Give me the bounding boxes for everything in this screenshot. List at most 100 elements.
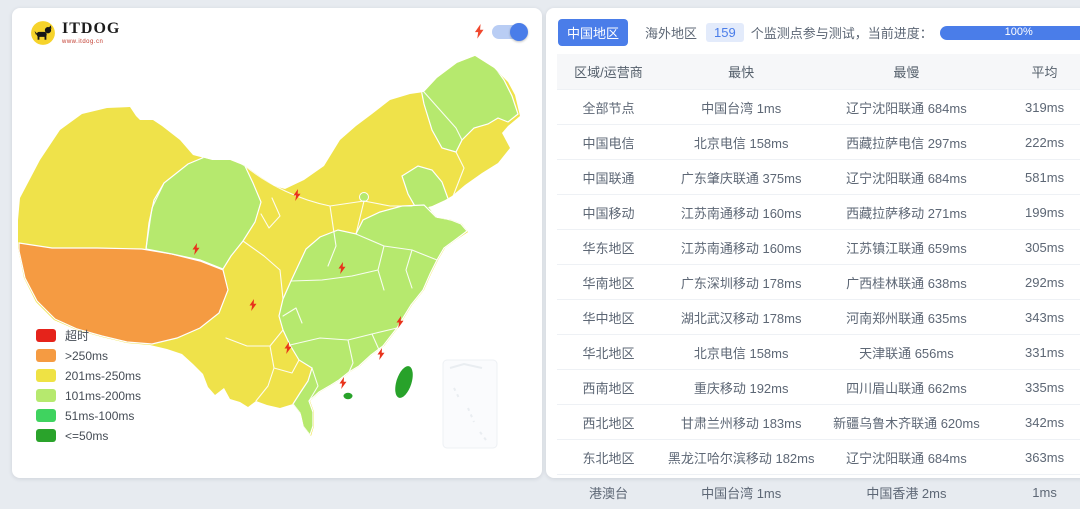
progress-bar: 100% [940, 26, 1080, 40]
legend-label: >250ms [65, 349, 108, 363]
legend-item: 超时 [36, 329, 141, 342]
legend-item: 51ms-100ms [36, 409, 141, 422]
table-cell: 江苏南通移动 160ms [660, 230, 823, 265]
table-row[interactable]: 中国电信北京电信 158ms西藏拉萨电信 297ms222ms [557, 125, 1080, 160]
table-cell: 西北地区 [557, 405, 660, 440]
table-cell: 199ms [990, 195, 1080, 230]
table-row[interactable]: 全部节点中国台湾 1ms辽宁沈阳联通 684ms319ms [557, 90, 1080, 125]
legend-swatch [36, 349, 56, 362]
legend-swatch [36, 429, 56, 442]
table-cell: 江苏镇江联通 659ms [822, 230, 990, 265]
table-cell: 343ms [990, 300, 1080, 335]
legend-label: 超时 [65, 327, 89, 344]
itdog-logo[interactable]: ITDOG www.itdog.cn [30, 20, 120, 46]
table-cell: 335ms [990, 370, 1080, 405]
logo-title: ITDOG [62, 21, 120, 37]
legend-swatch [36, 329, 56, 342]
legend-swatch [36, 409, 56, 422]
table-cell: 辽宁沈阳联通 684ms [822, 90, 990, 125]
results-table-body: 全部节点中国台湾 1ms辽宁沈阳联通 684ms319ms中国电信北京电信 15… [557, 90, 1080, 509]
table-cell: 北京电信 158ms [660, 335, 823, 370]
legend-swatch [36, 369, 56, 382]
table-cell: 北京电信 158ms [660, 125, 823, 160]
region-hongkong[interactable] [344, 393, 353, 399]
column-header: 平均 [990, 54, 1080, 90]
table-cell: 319ms [990, 90, 1080, 125]
results-table: 区域/运营商最快最慢平均 全部节点中国台湾 1ms辽宁沈阳联通 684ms319… [557, 54, 1080, 509]
table-cell: 新疆乌鲁木齐联通 620ms [822, 405, 990, 440]
table-cell: 黑龙江哈尔滨移动 182ms [660, 440, 823, 475]
logo-subtitle: www.itdog.cn [62, 39, 120, 45]
table-cell: 河南郑州联通 635ms [822, 300, 990, 335]
table-cell: 中国电信 [557, 125, 660, 160]
table-cell: 辽宁沈阳联通 684ms [822, 160, 990, 195]
monitor-count-badge: 159 [706, 23, 744, 42]
table-cell: 中国台湾 1ms [660, 475, 823, 509]
table-cell: 华北地区 [557, 335, 660, 370]
table-row[interactable]: 华北地区北京电信 158ms天津联通 656ms331ms [557, 335, 1080, 370]
table-cell: 甘肃兰州移动 183ms [660, 405, 823, 440]
table-cell: 辽宁沈阳联通 684ms [822, 440, 990, 475]
monitor-info: 159 个监测点参与测试，当前进度： 100% [706, 23, 1080, 42]
legend-label: 101ms-200ms [65, 389, 141, 403]
node-marker-toggle[interactable] [492, 25, 526, 39]
south-china-sea-inset [443, 360, 497, 448]
results-header: 中国地区 海外地区 159 个监测点参与测试，当前进度： 100% [558, 19, 1080, 46]
table-cell: 华中地区 [557, 300, 660, 335]
table-cell: 湖北武汉移动 178ms [660, 300, 823, 335]
table-cell: 广西桂林联通 638ms [822, 265, 990, 300]
itdog-dog-icon [30, 20, 56, 46]
table-cell: 581ms [990, 160, 1080, 195]
legend-item: 101ms-200ms [36, 389, 141, 402]
table-cell: 西南地区 [557, 370, 660, 405]
table-row[interactable]: 西南地区重庆移动 192ms四川眉山联通 662ms335ms [557, 370, 1080, 405]
table-cell: 天津联通 656ms [822, 335, 990, 370]
table-cell: 广东深圳移动 178ms [660, 265, 823, 300]
legend-item: <=50ms [36, 429, 141, 442]
table-cell: 中国香港 2ms [822, 475, 990, 509]
table-cell: 港澳台 [557, 475, 660, 509]
province-taiwan[interactable] [392, 364, 416, 400]
table-cell: 292ms [990, 265, 1080, 300]
table-row[interactable]: 中国移动江苏南通移动 160ms西藏拉萨移动 271ms199ms [557, 195, 1080, 230]
page: ITDOG www.itdog.cn [0, 0, 1080, 486]
table-cell: 363ms [990, 440, 1080, 475]
table-cell: 222ms [990, 125, 1080, 160]
table-cell: 342ms [990, 405, 1080, 440]
table-cell: 华东地区 [557, 230, 660, 265]
legend-item: >250ms [36, 349, 141, 362]
table-row[interactable]: 华中地区湖北武汉移动 178ms河南郑州联通 635ms343ms [557, 300, 1080, 335]
legend-label: 201ms-250ms [65, 369, 141, 383]
table-row[interactable]: 东北地区黑龙江哈尔滨移动 182ms辽宁沈阳联通 684ms363ms [557, 440, 1080, 475]
progress-label: 100% [1005, 27, 1033, 38]
table-cell: 西藏拉萨移动 271ms [822, 195, 990, 230]
table-row[interactable]: 华东地区江苏南通移动 160ms江苏镇江联通 659ms305ms [557, 230, 1080, 265]
table-row[interactable]: 华南地区广东深圳移动 178ms广西桂林联通 638ms292ms [557, 265, 1080, 300]
table-cell: 重庆移动 192ms [660, 370, 823, 405]
toggle-knob [510, 23, 528, 41]
legend-item: 201ms-250ms [36, 369, 141, 382]
map-legend: 超时 >250ms 201ms-250ms 101ms-200ms 51ms-100ms… [36, 329, 141, 442]
table-cell: 江苏南通移动 160ms [660, 195, 823, 230]
column-header: 最快 [660, 54, 823, 90]
table-row[interactable]: 西北地区甘肃兰州移动 183ms新疆乌鲁木齐联通 620ms342ms [557, 405, 1080, 440]
legend-swatch [36, 389, 56, 402]
table-cell: 东北地区 [557, 440, 660, 475]
table-cell: 四川眉山联通 662ms [822, 370, 990, 405]
lightning-icon [473, 24, 485, 39]
tab-china-region[interactable]: 中国地区 [558, 19, 628, 46]
table-cell: 全部节点 [557, 90, 660, 125]
tab-overseas-region[interactable]: 海外地区 [636, 19, 706, 46]
column-header: 最慢 [822, 54, 990, 90]
legend-label: <=50ms [65, 429, 108, 443]
table-header-row: 区域/运营商最快最慢平均 [557, 54, 1080, 90]
province-beijing[interactable] [360, 193, 369, 202]
table-row[interactable]: 中国联通广东肇庆联通 375ms辽宁沈阳联通 684ms581ms [557, 160, 1080, 195]
table-row[interactable]: 港澳台中国台湾 1ms中国香港 2ms1ms [557, 475, 1080, 509]
table-cell: 中国移动 [557, 195, 660, 230]
column-header: 区域/运营商 [557, 54, 660, 90]
table-cell: 中国联通 [557, 160, 660, 195]
table-cell: 305ms [990, 230, 1080, 265]
table-cell: 广东肇庆联通 375ms [660, 160, 823, 195]
table-cell: 西藏拉萨电信 297ms [822, 125, 990, 160]
